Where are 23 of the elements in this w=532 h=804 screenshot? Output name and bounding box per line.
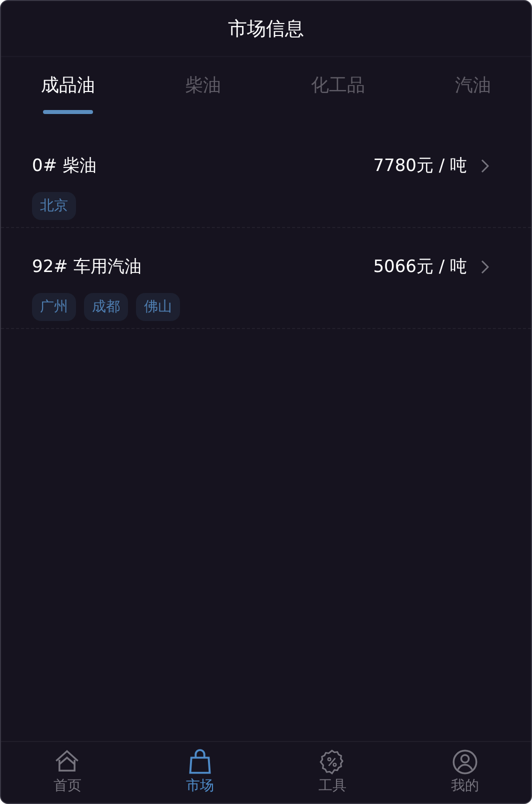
chevron-right-icon[interactable] [481, 260, 489, 274]
percent-badge-icon[interactable] [319, 749, 346, 775]
price: 5066元 / 吨 [373, 256, 467, 278]
nav-tab[interactable]: 首页 [53, 777, 82, 795]
city-tag: 佛山 [136, 293, 180, 321]
city-tag: 广州 [32, 293, 76, 321]
price: 7780元 / 吨 [373, 155, 467, 177]
city-tag: 北京 [32, 192, 76, 220]
tab[interactable]: 柴油 [185, 73, 221, 97]
product-name[interactable]: 92# 车用汽油 [32, 255, 374, 278]
tab[interactable]: 化工品 [311, 73, 365, 97]
tab[interactable]: 汽油 [455, 73, 491, 97]
city-tag: 成都 [84, 293, 128, 321]
chevron-right-icon[interactable] [481, 158, 489, 172]
shopping-bag-icon[interactable] [186, 749, 213, 775]
user-icon[interactable] [452, 749, 478, 775]
nav-tab[interactable]: 工具 [318, 777, 346, 795]
product-name[interactable]: 0# 柴油 [32, 154, 374, 177]
tab-indicator [43, 110, 93, 114]
nav-tab[interactable]: 我的 [450, 777, 479, 795]
tab[interactable]: 成品油 [41, 73, 95, 97]
page-title: 市场信息 [228, 16, 304, 42]
nav-tab[interactable]: 市场 [186, 777, 214, 795]
